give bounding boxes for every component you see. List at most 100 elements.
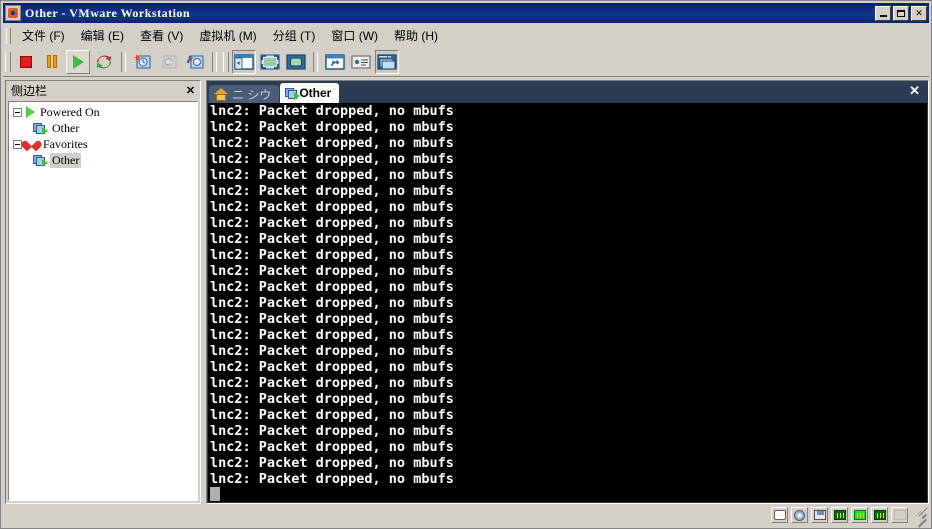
heart-icon [26, 139, 38, 150]
sidebar-header: 侧边栏 ✕ [6, 81, 200, 99]
harddisk-icon [773, 510, 786, 520]
tab-other[interactable]: Other [280, 83, 340, 103]
menu-team[interactable]: 分组 (T) [265, 25, 324, 46]
reset-button[interactable] [92, 50, 116, 74]
play-icon [26, 106, 35, 118]
power-off-button[interactable] [14, 50, 38, 74]
tab-home[interactable]: ニ シウ [209, 85, 280, 103]
status-device-network1[interactable] [831, 507, 848, 523]
toolbar-separator-3 [313, 51, 318, 72]
pause-icon [46, 55, 58, 68]
network-icon [873, 510, 886, 520]
console-view-icon [377, 53, 397, 70]
maximize-button[interactable] [893, 5, 909, 21]
summary-icon [351, 54, 371, 69]
sidebar-group-favorites-label: Favorites [43, 136, 88, 151]
console-line: lnc2: Packet dropped, no mbufs [210, 455, 454, 471]
show-console-button[interactable] [375, 49, 399, 74]
menu-help[interactable]: 帮助 (H) [386, 25, 446, 46]
menu-file[interactable]: 文件 (F) [14, 25, 73, 46]
status-device-floppy[interactable] [811, 507, 828, 523]
console-line: lnc2: Packet dropped, no mbufs [210, 135, 454, 151]
snapshot-manager-icon [186, 54, 204, 68]
sidebar-panel: 侧边栏 ✕ Powered On Other Favorites Other [5, 80, 201, 504]
console-line: lnc2: Packet dropped, no mbufs [210, 199, 454, 215]
sidebar-item-other-favorite[interactable]: Other [9, 152, 197, 168]
sidebar-tree: Powered On Other Favorites Other [8, 101, 198, 501]
sidebar-item-other-powered[interactable]: Other [9, 120, 197, 136]
toolbar-grip-2[interactable] [223, 51, 229, 72]
sidebar-group-favorites[interactable]: Favorites [9, 136, 197, 152]
home-icon [214, 87, 228, 101]
quick-switch-icon [286, 53, 306, 70]
sidebar-icon [234, 53, 254, 70]
console-panel: ニ シウ Other ✕ lnc2: Packet dropped, no mb… [206, 80, 929, 504]
status-bar [3, 504, 929, 526]
menu-bar: 文件 (F) 编辑 (E) 查看 (V) 虚拟机 (M) 分组 (T) 窗口 (… [3, 25, 929, 47]
console-line: lnc2: Packet dropped, no mbufs [210, 327, 454, 343]
sidebar-title: 侧边栏 [11, 83, 48, 98]
cdrom-icon [794, 509, 805, 521]
toolbar-separator-2 [212, 51, 217, 72]
vmware-icon [5, 5, 21, 21]
sidebar-group-powered-on[interactable]: Powered On [9, 104, 197, 120]
console-line: lnc2: Packet dropped, no mbufs [210, 311, 454, 327]
window-title: Other - VMware Workstation [25, 5, 191, 20]
usb-icon [893, 510, 906, 520]
tab-home-label: ニ シウ [232, 87, 272, 102]
tab-bar: ニ シウ Other ✕ [207, 81, 928, 103]
fullscreen-button[interactable] [258, 50, 282, 74]
console-line: lnc2: Packet dropped, no mbufs [210, 183, 454, 199]
status-device-usb[interactable] [891, 507, 908, 523]
quick-switch-button[interactable] [284, 50, 308, 74]
status-device-network2[interactable] [851, 507, 868, 523]
window-controls: ✕ [875, 5, 927, 21]
console-cursor [210, 487, 220, 501]
take-snapshot-button[interactable] [131, 50, 155, 74]
menu-window[interactable]: 窗口 (W) [323, 25, 386, 46]
console-line: lnc2: Packet dropped, no mbufs [210, 279, 454, 295]
resize-grip[interactable] [913, 508, 927, 522]
revert-snapshot-button[interactable] [157, 50, 181, 74]
console-line: lnc2: Packet dropped, no mbufs [210, 103, 454, 119]
expander-collapse-icon[interactable] [13, 107, 22, 117]
vm-summary-button[interactable] [349, 50, 373, 74]
suspend-button[interactable] [40, 50, 64, 74]
minimize-button[interactable] [875, 5, 891, 21]
network-icon [853, 510, 866, 520]
console-line: lnc2: Packet dropped, no mbufs [210, 407, 454, 423]
status-device-harddisk[interactable] [771, 507, 788, 523]
console-line: lnc2: Packet dropped, no mbufs [210, 263, 454, 279]
fullscreen-icon [260, 53, 280, 70]
menu-view[interactable]: 查看 (V) [132, 25, 191, 46]
sidebar-item-other-powered-label: Other [52, 120, 80, 135]
vm-icon [33, 122, 48, 135]
tab-close-icon[interactable]: ✕ [909, 84, 920, 97]
menubar-grip[interactable] [6, 27, 11, 44]
status-device-cdrom[interactable] [791, 507, 808, 523]
vm-icon [285, 87, 301, 100]
toolbar-grip[interactable] [5, 51, 11, 72]
console-line: lnc2: Packet dropped, no mbufs [210, 295, 454, 311]
vm-icon [33, 154, 48, 167]
power-on-button[interactable] [66, 49, 90, 74]
status-device-network3[interactable] [871, 507, 888, 523]
menu-vm[interactable]: 虚拟机 (M) [191, 25, 264, 46]
toolbar [3, 47, 929, 77]
sidebar-group-powered-on-label: Powered On [40, 104, 100, 119]
tab-other-label: Other [299, 86, 332, 100]
sidebar-close-icon[interactable]: ✕ [184, 84, 197, 97]
toolbar-separator-1 [121, 51, 126, 72]
sidebar-item-other-favorite-label: Other [50, 152, 82, 168]
floppy-icon [813, 510, 826, 520]
console-line: lnc2: Packet dropped, no mbufs [210, 375, 454, 391]
show-sidebar-button[interactable] [232, 49, 256, 74]
menu-edit[interactable]: 编辑 (E) [73, 25, 132, 46]
snapshot-manager-button[interactable] [183, 50, 207, 74]
snapshot-add-icon [133, 53, 151, 68]
vm-console-screen[interactable]: lnc2: Packet dropped, no mbufs lnc2: Pack… [208, 103, 927, 502]
close-button[interactable]: ✕ [911, 5, 927, 21]
network-icon [833, 510, 846, 520]
console-line: lnc2: Packet dropped, no mbufs [210, 151, 454, 167]
vm-settings-button[interactable] [323, 50, 347, 74]
